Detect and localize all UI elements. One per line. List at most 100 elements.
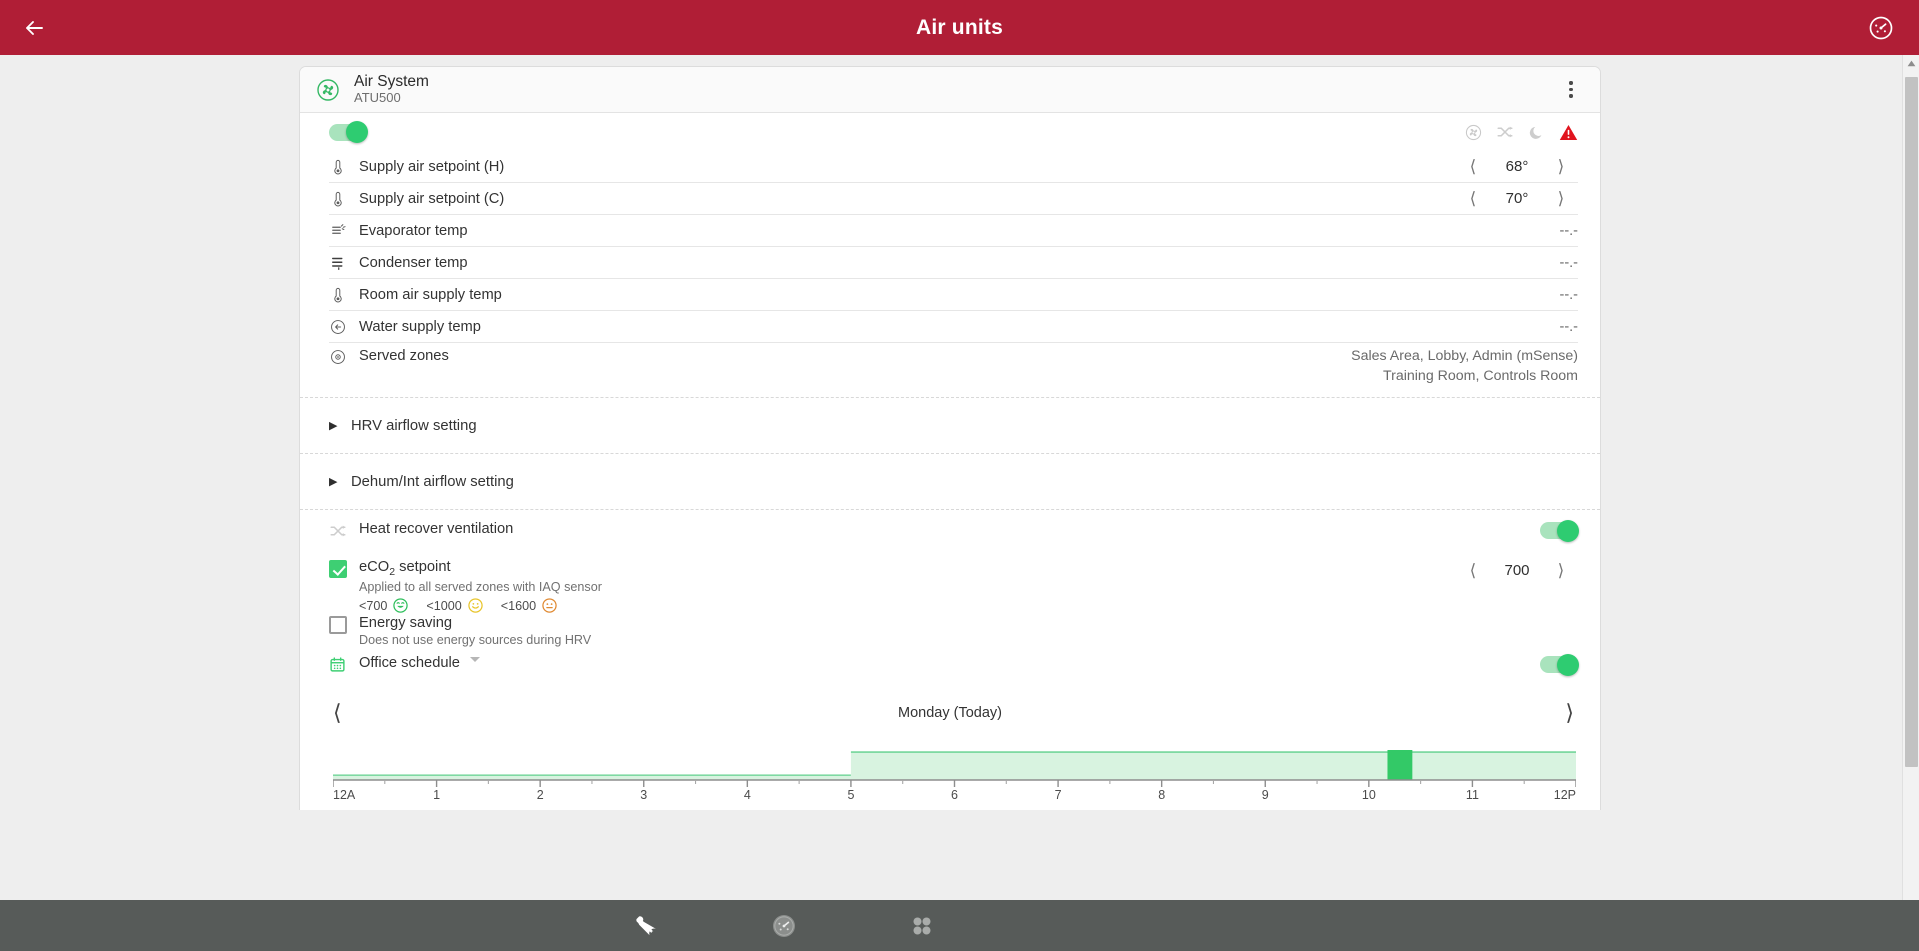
- svg-text:2: 2: [537, 788, 544, 800]
- condenser-icon: [332, 257, 343, 270]
- svg-text:11: 11: [1466, 788, 1479, 800]
- unit-model: ATU500: [354, 90, 401, 106]
- row-icon-wrap: [329, 346, 355, 366]
- gauge-nav-icon: [773, 914, 795, 937]
- eco2-setpoint-row: eCO2 setpoint Applied to all served zone…: [329, 558, 1578, 614]
- unit-power-toggle[interactable]: [329, 121, 368, 143]
- table-row: Condenser temp --.-: [300, 247, 1600, 278]
- row-value: --.-: [1559, 254, 1578, 271]
- evaporator-icon: [332, 223, 346, 234]
- eco2-label-prefix: eCO: [359, 559, 390, 575]
- scroll-up-arrow-icon: [1907, 60, 1916, 67]
- kebab-dot: [1569, 81, 1573, 85]
- office-schedule-row: Office schedule: [329, 653, 1579, 686]
- vertical-scrollbar[interactable]: [1902, 55, 1919, 900]
- next-day-button[interactable]: ⟩: [1565, 702, 1574, 724]
- eco2-scale-label-1: <700: [359, 598, 388, 613]
- fan-circle-icon: [317, 78, 339, 101]
- svg-text:12A: 12A: [333, 788, 356, 800]
- apps-grid-nav-button[interactable]: [862, 900, 982, 951]
- decrement-button[interactable]: ⟨: [1456, 190, 1490, 207]
- face-grin-icon: [393, 598, 409, 613]
- air-unit-card: Air System ATU500 Supply air setpoint (H…: [299, 66, 1601, 810]
- svg-text:4: 4: [744, 788, 751, 800]
- dehum-int-airflow-setting-expander[interactable]: ▶ Dehum/Int airflow setting: [300, 454, 1600, 509]
- thermometer-icon: [334, 159, 342, 174]
- hrv-airflow-setting-expander[interactable]: ▶ HRV airflow setting: [300, 398, 1600, 453]
- served-zones-value: Sales Area, Lobby, Admin (mSense) Traini…: [1351, 346, 1578, 386]
- schedule-label: Office schedule: [359, 655, 460, 671]
- heat-recovery-ventilation-row: Heat recover ventilation: [329, 519, 1579, 554]
- eco2-description: Applied to all served zones with IAQ sen…: [359, 580, 602, 595]
- schedule-toggle[interactable]: [1540, 653, 1579, 676]
- page-title: Air units: [916, 15, 1003, 39]
- svg-text:3: 3: [640, 788, 647, 800]
- energy-saving-checkbox[interactable]: [329, 616, 347, 634]
- calendar-icon: [330, 657, 345, 672]
- row-icon-wrap: [329, 190, 355, 208]
- arrow-left-icon: [26, 20, 43, 35]
- increment-button[interactable]: ⟩: [1544, 158, 1578, 175]
- app-bar: Air units: [0, 0, 1919, 55]
- eco2-quality-scale: <700 <1000 <1600: [359, 598, 602, 613]
- opt-body: Office schedule: [359, 654, 481, 672]
- tools-nav-icon: [636, 915, 656, 935]
- kebab-dot: [1569, 94, 1573, 98]
- opt-icon-wrap: [329, 520, 355, 545]
- energy-saving-row: Energy saving Does not use energy source…: [329, 614, 1578, 650]
- row-value: --.-: [1559, 318, 1578, 335]
- hrv-toggle[interactable]: [1540, 519, 1579, 542]
- scrollbar-thumb[interactable]: [1905, 77, 1918, 767]
- setpoint-cool-stepper: ⟨ 70° ⟩: [1456, 190, 1578, 207]
- options-section: Heat recover ventilation eCO2 setpoint A…: [300, 510, 1600, 690]
- schedule-toggle-wrap: [1540, 653, 1579, 676]
- svg-text:1: 1: [433, 788, 440, 800]
- alarm-warning-icon: [1559, 124, 1578, 140]
- opt-body: eCO2 setpoint Applied to all served zone…: [359, 558, 602, 613]
- table-row: Supply air setpoint (C) ⟨ 70° ⟩: [300, 183, 1600, 214]
- eco2-checkbox[interactable]: [329, 560, 347, 578]
- face-neutral-icon: [542, 598, 557, 613]
- row-value: --.-: [1559, 286, 1578, 303]
- kebab-dot: [1569, 87, 1573, 92]
- row-label: Water supply temp: [359, 318, 481, 335]
- expander-label: Dehum/Int airflow setting: [351, 473, 514, 490]
- increment-button[interactable]: ⟩: [1544, 190, 1578, 207]
- eco2-decrement-button[interactable]: ⟨: [1456, 562, 1490, 579]
- help-button[interactable]: [1853, 0, 1909, 55]
- gauge-nav-button[interactable]: [724, 900, 844, 951]
- row-icon-wrap: [329, 158, 355, 176]
- served-zones-line-2: Training Room, Controls Room: [1382, 368, 1578, 385]
- thermometer-icon: [334, 287, 342, 302]
- chevron-right-icon: ▶: [329, 420, 338, 432]
- scroll-up-button[interactable]: [1903, 55, 1919, 72]
- water-supply-icon: [331, 319, 345, 334]
- opt-body: Energy saving Does not use energy source…: [359, 614, 591, 647]
- status-row: [300, 113, 1600, 151]
- thermometer-icon: [334, 191, 342, 206]
- row-icon-wrap: [329, 222, 355, 240]
- chevron-right-icon: ▶: [329, 476, 338, 488]
- table-row: Room air supply temp --.-: [300, 279, 1600, 310]
- served-zones-row: Served zones Sales Area, Lobby, Admin (m…: [300, 343, 1600, 391]
- opt-icon-wrap: [329, 654, 355, 678]
- row-label: Room air supply temp: [359, 286, 502, 303]
- row-label: Condenser temp: [359, 254, 468, 271]
- caret-down-icon[interactable]: [470, 657, 481, 662]
- energy-saving-description: Does not use energy sources during HRV: [359, 633, 592, 648]
- bottom-nav-bar: [0, 900, 1919, 951]
- card-menu-button[interactable]: [1556, 75, 1586, 103]
- back-button[interactable]: [6, 0, 62, 55]
- eco2-increment-button[interactable]: ⟩: [1544, 562, 1578, 579]
- tools-nav-button[interactable]: [586, 900, 706, 951]
- hrv-shuffle-status-icon: [1497, 126, 1513, 138]
- svg-text:8: 8: [1158, 788, 1165, 800]
- previous-day-button[interactable]: ⟨: [333, 702, 342, 724]
- fan-status-icon: [1465, 124, 1482, 140]
- eco2-scale-label-2: <1000: [426, 598, 462, 613]
- schedule-timeline[interactable]: 12A 1 2 3 4 5 6 7 8 9 10 11 12P: [332, 740, 1577, 802]
- table-row: Supply air setpoint (H) ⟨ 68° ⟩: [300, 151, 1600, 182]
- energy-saving-checkbox-wrap: [329, 614, 355, 634]
- unit-icon-wrap: [316, 78, 346, 102]
- decrement-button[interactable]: ⟨: [1456, 158, 1490, 175]
